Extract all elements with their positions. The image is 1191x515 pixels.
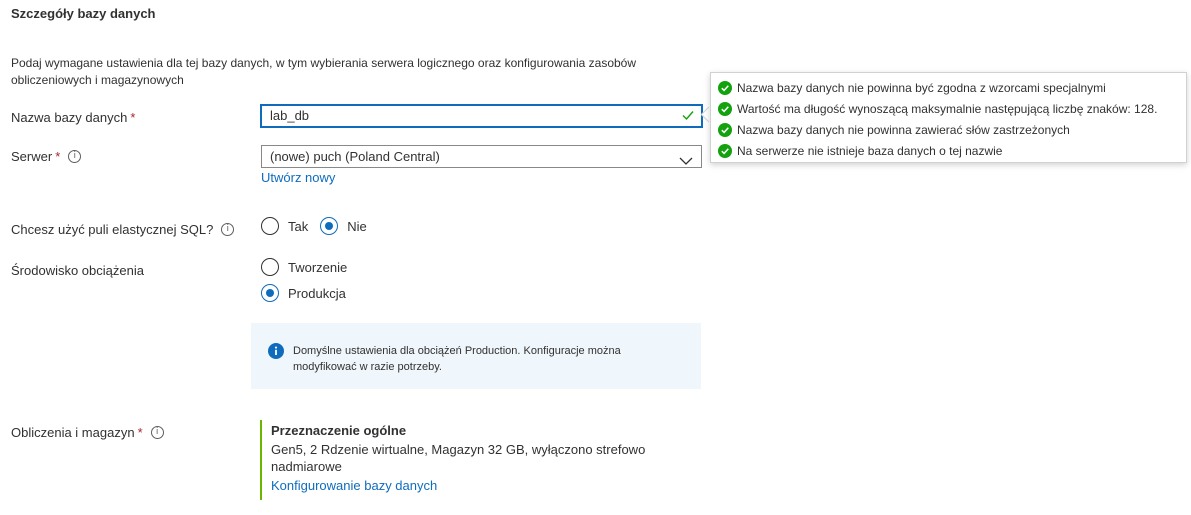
workload-prod-option: Produkcja bbox=[261, 284, 346, 302]
success-circle-icon bbox=[718, 143, 732, 158]
elastic-pool-yes-label[interactable]: Tak bbox=[288, 219, 308, 234]
workload-info-box: Domyślne ustawienia dla obciążeń Product… bbox=[251, 323, 701, 389]
create-server-link[interactable]: Utwórz nowy bbox=[261, 170, 335, 185]
server-label: Serwer bbox=[11, 149, 53, 164]
elastic-pool-no-radio[interactable] bbox=[320, 217, 339, 235]
success-circle-icon bbox=[718, 80, 732, 95]
compute-label: Obliczenia i magazyn bbox=[11, 425, 135, 440]
required-marker: * bbox=[137, 425, 143, 440]
db-name-input[interactable]: lab_db bbox=[260, 104, 703, 128]
workload-dev-radio[interactable] bbox=[261, 258, 279, 276]
validation-tooltip: Nazwa bazy danych nie powinna być zgodna… bbox=[710, 72, 1187, 163]
success-circle-icon bbox=[718, 122, 732, 137]
info-icon[interactable]: i bbox=[150, 426, 164, 440]
validation-item: Nazwa bazy danych nie powinna zawierać s… bbox=[718, 119, 1186, 140]
validation-text: Nazwa bazy danych nie powinna zawierać s… bbox=[737, 122, 1070, 137]
server-label-row: Serwer * i bbox=[11, 149, 82, 164]
workload-dev-option: Tworzenie bbox=[261, 258, 347, 276]
elastic-pool-radio-group: Tak Nie bbox=[261, 217, 367, 235]
chevron-down-icon bbox=[679, 151, 693, 172]
validation-text: Nazwa bazy danych nie powinna być zgodna… bbox=[737, 80, 1106, 95]
db-name-label-row: Nazwa bazy danych * bbox=[11, 110, 135, 125]
workload-prod-label[interactable]: Produkcja bbox=[288, 286, 346, 301]
compute-summary: Przeznaczenie ogólne Gen5, 2 Rdzenie wir… bbox=[260, 420, 691, 500]
server-select[interactable]: (nowe) puch (Poland Central) bbox=[261, 145, 702, 168]
section-description: Podaj wymagane ustawienia dla tej bazy d… bbox=[11, 56, 637, 87]
validation-text: Wartość ma długość wynoszącą maksymalnie… bbox=[737, 101, 1158, 116]
elastic-pool-no-label[interactable]: Nie bbox=[347, 219, 367, 234]
info-icon[interactable]: i bbox=[221, 223, 235, 237]
workload-dev-label[interactable]: Tworzenie bbox=[288, 260, 347, 275]
required-marker: * bbox=[130, 110, 136, 125]
db-name-label: Nazwa bazy danych bbox=[11, 110, 128, 125]
compute-tier-title: Przeznaczenie ogólne bbox=[271, 423, 407, 438]
validation-item: Na serwerze nie istnieje baza danych o t… bbox=[718, 140, 1186, 161]
server-selected-value: (nowe) puch (Poland Central) bbox=[270, 149, 440, 164]
success-circle-icon bbox=[718, 101, 732, 116]
workload-label: Środowisko obciążenia bbox=[11, 263, 144, 278]
elastic-pool-label-row: Chcesz użyć puli elastycznej SQL? i bbox=[11, 222, 235, 237]
compute-label-row: Obliczenia i magazyn * i bbox=[11, 425, 164, 440]
section-title: Szczegóły bazy danych bbox=[11, 6, 156, 21]
required-marker: * bbox=[55, 149, 61, 164]
validation-item: Nazwa bazy danych nie powinna być zgodna… bbox=[718, 77, 1186, 98]
compute-tier-details: Gen5, 2 Rdzenie wirtualne, Magazyn 32 GB… bbox=[271, 442, 646, 474]
workload-info-text: Domyślne ustawienia dla obciążeń Product… bbox=[293, 345, 621, 373]
elastic-pool-yes-radio[interactable] bbox=[261, 217, 279, 235]
check-icon bbox=[681, 108, 695, 128]
validation-item: Wartość ma długość wynoszącą maksymalnie… bbox=[718, 98, 1186, 119]
elastic-pool-label: Chcesz użyć puli elastycznej SQL? bbox=[11, 222, 214, 237]
configure-database-link[interactable]: Konfigurowanie bazy danych bbox=[271, 478, 691, 493]
db-name-value: lab_db bbox=[270, 108, 310, 123]
info-icon bbox=[268, 343, 284, 362]
validation-text: Na serwerze nie istnieje baza danych o t… bbox=[737, 143, 1003, 158]
workload-prod-radio[interactable] bbox=[261, 284, 279, 302]
info-icon[interactable]: i bbox=[68, 150, 82, 164]
